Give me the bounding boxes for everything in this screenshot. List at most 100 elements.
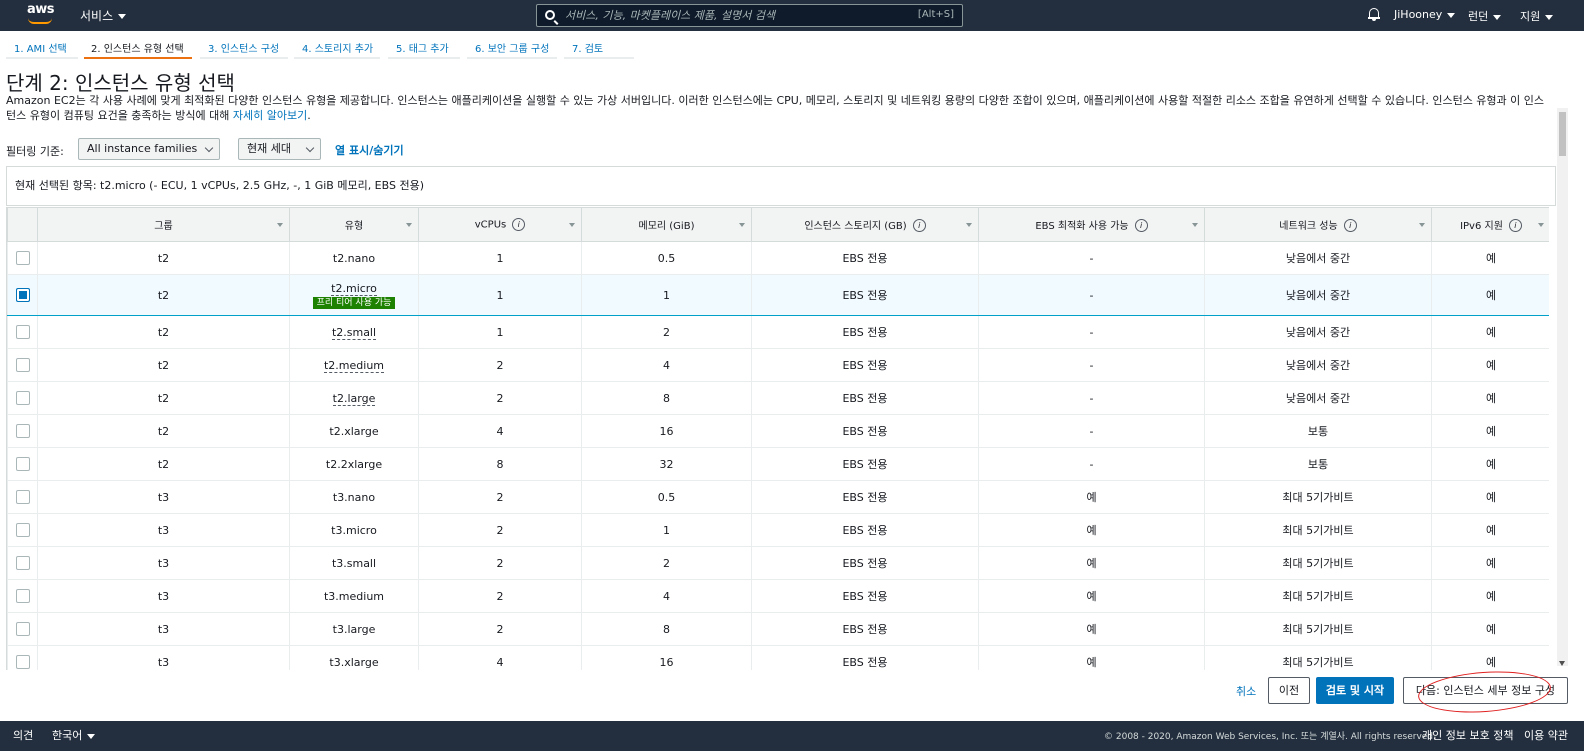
cancel-button[interactable]: 취소 [1236,683,1256,699]
cell-storage: EBS 전용 [751,546,979,580]
privacy-policy-link[interactable]: 개인 정보 보호 정책 [1422,727,1513,743]
table-row[interactable]: t2 t2.xlarge 4 16 EBS 전용 - 보통 예 [7,414,1549,448]
table-row[interactable]: t3 t3.large 2 8 EBS 전용 예 최대 5기가비트 예 [7,612,1549,646]
info-icon[interactable]: i [512,218,526,231]
next-configure-instance-button[interactable]: 다음: 인스턴스 세부 정보 구성 [1403,677,1568,704]
cell-type: t2.nano [289,241,419,275]
scroll-down-arrow-icon[interactable] [1559,661,1565,666]
info-icon[interactable]: i [1343,219,1357,233]
feedback-link[interactable]: 의견 [13,727,33,743]
scrollbar-thumb[interactable] [1559,112,1566,156]
header-group[interactable]: 그룹 [37,207,290,242]
table-row[interactable]: t3 t3.micro 2 1 EBS 전용 예 최대 5기가비트 예 [7,513,1549,547]
row-checkbox-cell[interactable] [7,579,38,613]
row-checkbox[interactable] [15,589,30,603]
header-memory[interactable]: 메모리 (GiB) [581,207,752,242]
row-checkbox-cell[interactable] [7,274,38,316]
row-checkbox-cell[interactable] [7,480,38,514]
language-selector[interactable]: 한국어 [52,727,96,743]
row-checkbox[interactable] [15,655,30,669]
table-row[interactable]: t2 t2.small 1 2 EBS 전용 - 낮음에서 중간 예 [7,315,1549,349]
row-checkbox-cell[interactable] [7,546,38,580]
info-icon[interactable]: i [1134,219,1148,233]
toggle-columns-link[interactable]: 열 표시/숨기기 [335,142,404,158]
cell-network: 낮음에서 중간 [1204,241,1432,275]
search-input[interactable] [565,7,865,24]
page-scrollbar[interactable] [1557,108,1568,666]
table-row[interactable]: t2 t2.medium 2 4 EBS 전용 - 낮음에서 중간 예 [7,348,1549,382]
row-checkbox[interactable] [15,251,30,265]
header-type[interactable]: 유형 [289,207,419,242]
row-checkbox-cell[interactable] [7,513,38,547]
step-instance-type[interactable]: 2. 인스턴스 유형 선택 [91,40,184,55]
row-checkbox[interactable] [15,424,30,438]
table-row[interactable]: t3 t3.xlarge 4 16 EBS 전용 예 최대 5기가비트 예 [7,645,1549,670]
table-row[interactable]: t3 t3.small 2 2 EBS 전용 예 최대 5기가비트 예 [7,546,1549,580]
cell-type: t3.large [289,612,419,646]
row-checkbox-cell[interactable] [7,414,38,448]
page-description: Amazon EC2는 각 사용 사례에 맞게 최적화된 다양한 인스턴스 유형… [6,94,1545,122]
table-row[interactable]: t3 t3.medium 2 4 EBS 전용 예 최대 5기가비트 예 [7,579,1549,613]
row-checkbox-cell[interactable] [7,348,38,382]
row-checkbox[interactable] [15,490,30,504]
header-storage[interactable]: 인스턴스 스토리지 (GB) i [751,207,979,242]
header-network[interactable]: 네트워크 성능 i [1204,207,1432,242]
row-checkbox[interactable] [15,325,30,339]
generation-select[interactable]: 현재 세대 [238,138,321,160]
step-tags[interactable]: 5. 태그 추가 [396,40,449,55]
row-checkbox[interactable] [15,523,30,537]
table-row[interactable]: t2 t2.large 2 8 EBS 전용 - 낮음에서 중간 예 [7,381,1549,415]
row-checkbox-cell[interactable] [7,241,38,275]
aws-smile-icon [28,18,52,24]
table-row[interactable]: t2 t2.micro 프리 티어 사용 가능 1 1 EBS 전용 - 낮음에서 중간 예 [7,274,1549,316]
step-ami[interactable]: 1. AMI 선택 [14,40,67,55]
row-checkbox[interactable] [15,556,30,570]
header-ipv6[interactable]: IPv6 지원 i [1431,207,1549,242]
table-row[interactable]: t3 t3.nano 2 0.5 EBS 전용 예 최대 5기가비트 예 [7,480,1549,514]
step-review[interactable]: 7. 검토 [572,40,603,55]
row-checkbox-cell[interactable] [7,381,38,415]
row-checkbox-cell[interactable] [7,645,38,670]
row-checkbox-cell[interactable] [7,447,38,481]
header-vcpus[interactable]: vCPUs i [418,207,582,242]
row-checkbox-cell[interactable] [7,315,38,349]
free-tier-badge: 프리 티어 사용 가능 [312,296,396,309]
support-menu[interactable]: 지원 [1520,8,1554,24]
step-storage[interactable]: 4. 스토리지 추가 [302,40,373,55]
row-checkbox[interactable] [15,391,30,405]
sort-caret-icon [1419,223,1425,227]
row-checkbox-cell[interactable] [7,612,38,646]
cell-storage: EBS 전용 [751,645,979,670]
current-selection-text: 현재 선택된 항목: t2.micro (- ECU, 1 vCPUs, 2.5… [15,179,424,192]
table-row[interactable]: t2 t2.2xlarge 8 32 EBS 전용 - 보통 예 [7,447,1549,481]
cell-memory: 0.5 [581,241,752,275]
instance-family-select[interactable]: All instance families [78,138,220,160]
info-icon[interactable]: i [912,219,926,233]
row-checkbox[interactable] [15,358,30,372]
info-icon[interactable]: i [1508,219,1522,233]
cell-memory: 4 [581,348,752,382]
cell-network: 최대 5기가비트 [1204,513,1432,547]
row-checkbox[interactable] [15,622,30,636]
user-menu[interactable]: JiHooney [1394,8,1456,21]
step-security-group[interactable]: 6. 보안 그룹 구성 [475,40,549,55]
step-configure[interactable]: 3. 인스턴스 구성 [208,40,279,55]
aws-logo[interactable]: aws [27,3,55,27]
cell-vcpus: 1 [418,315,582,349]
cell-vcpus: 4 [418,414,582,448]
previous-button[interactable]: 이전 [1268,677,1310,704]
region-menu[interactable]: 런던 [1468,8,1502,24]
row-checkbox[interactable] [15,457,30,471]
learn-more-link[interactable]: 자세히 알아보기 [233,109,307,122]
review-and-launch-button[interactable]: 검토 및 시작 [1316,677,1394,704]
search-box[interactable]: [Alt+S] [536,4,963,27]
cell-ipv6: 예 [1431,480,1549,514]
cell-ipv6: 예 [1431,315,1549,349]
bell-icon[interactable] [1368,8,1380,21]
caret-down-icon [1493,14,1502,20]
terms-link[interactable]: 이용 약관 [1524,727,1568,743]
table-row[interactable]: t2 t2.nano 1 0.5 EBS 전용 - 낮음에서 중간 예 [7,241,1549,275]
row-checkbox[interactable] [15,288,30,302]
header-ebs[interactable]: EBS 최적화 사용 가능 i [978,207,1205,242]
services-menu[interactable]: 서비스 [80,7,127,24]
